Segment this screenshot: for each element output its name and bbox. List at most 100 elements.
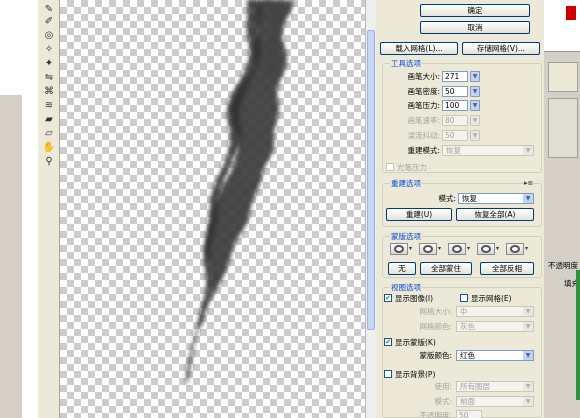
mesh-color-select[interactable]: 灰色 ▼ (456, 321, 534, 332)
reconstruct-mode-value: 恢复 (446, 146, 461, 155)
chevron-down-icon[interactable]: ▾ (438, 245, 441, 252)
mask-color-select[interactable]: 红色 ▼ (456, 350, 534, 361)
liquify-options-panel: 确定 取消 载入网格(L)... 存储网格(V)... 工具选项 画笔大小: 2… (376, 0, 544, 418)
reconstruct-options-title: 重建选项 (390, 179, 422, 188)
brush-pressure-input[interactable]: 100 (442, 100, 468, 111)
backdrop-use-value: 所有图层 (460, 382, 490, 391)
reconstruct-button[interactable]: 重建(U) (386, 208, 452, 221)
chevron-down-icon[interactable]: ▾ (467, 245, 470, 252)
show-mask-label: 显示蒙版(K) (395, 338, 436, 347)
mirror-icon[interactable]: ⌘ (42, 86, 56, 98)
turbulent-jitter-label: 湍流抖动: (407, 131, 440, 140)
invert-selection-icon[interactable] (506, 243, 524, 255)
add-to-selection-icon[interactable] (419, 243, 437, 255)
show-backdrop-label: 显示背景(P) (395, 370, 436, 379)
save-mesh-button[interactable]: 存储网格(V)... (462, 42, 540, 55)
mask-options-title: 蒙版选项 (390, 232, 422, 241)
mask-none-button[interactable]: 无 (388, 262, 416, 275)
brush-rate-dropdown[interactable]: ▼ (470, 115, 480, 126)
chevron-down-icon: ▼ (523, 397, 533, 406)
chevron-down-icon: ▼ (523, 351, 533, 360)
mesh-size-label: 网格大小: (419, 307, 452, 316)
brush-density-input[interactable]: 50 (442, 86, 468, 97)
chevron-down-icon: ▼ (523, 194, 533, 203)
reconstruct-mode-select[interactable]: 恢复 ▼ (442, 145, 534, 156)
reconstruct-mode-label-2: 模式: (438, 194, 456, 203)
chevron-down-icon: ▼ (523, 382, 533, 391)
ok-button[interactable]: 确定 (420, 4, 530, 17)
chevron-down-icon[interactable]: ▾ (525, 245, 528, 252)
mask-all-button[interactable]: 全部蒙住 (420, 262, 472, 275)
show-image-label: 显示图像(I) (395, 294, 434, 303)
hand-icon[interactable]: ✋ (42, 142, 56, 154)
freeze-mask-icon[interactable]: ▰ (42, 114, 56, 126)
chevron-down-icon: ▼ (523, 307, 533, 316)
brush-rate-label: 画笔速率: (407, 116, 440, 125)
background-window-strip: 不透明度 填充 (544, 0, 580, 418)
show-mesh-checkbox[interactable] (460, 294, 468, 302)
show-mask-checkbox[interactable]: ✔ (384, 338, 392, 346)
background-area-lower (0, 95, 22, 418)
show-backdrop-checkbox[interactable] (384, 370, 392, 378)
reconstruct-mode-label: 重建模式: (407, 146, 440, 155)
backdrop-opacity-label: 不透明度: (419, 411, 452, 418)
backdrop-opacity-input[interactable]: 50 (456, 410, 482, 418)
thaw-mask-icon[interactable]: ▱ (42, 128, 56, 140)
brush-density-label: 画笔密度: (407, 87, 440, 96)
mesh-size-select[interactable]: 中 ▼ (456, 306, 534, 317)
reconstruct-options-mode-value: 恢复 (462, 194, 477, 203)
brush-size-input[interactable]: 271 (442, 71, 468, 82)
reconstruct-icon[interactable]: ✐ (42, 16, 56, 28)
reconstruct-options-mode-select[interactable]: 恢复 ▼ (458, 193, 534, 204)
zoom-icon[interactable]: ⚲ (42, 156, 56, 168)
chevron-down-icon[interactable]: ▾ (409, 245, 412, 252)
brush-pressure-label: 画笔压力: (407, 101, 440, 110)
background-panel-box-2 (548, 98, 578, 158)
brush-density-dropdown[interactable]: ▼ (470, 86, 480, 97)
backdrop-mode-select[interactable]: 前面 ▼ (456, 396, 534, 407)
pucker-icon[interactable]: ✧ (42, 44, 56, 56)
turbulent-jitter-dropdown[interactable]: ▼ (470, 130, 480, 141)
green-bar (576, 270, 580, 400)
stylus-pressure-checkbox[interactable] (386, 163, 394, 171)
twirl-icon[interactable]: ◎ (42, 30, 56, 42)
bloat-icon[interactable]: ✦ (42, 58, 56, 70)
chevron-down-icon: ▼ (523, 146, 533, 155)
scrollbar-thumb[interactable] (367, 30, 375, 330)
brush-rate-input[interactable]: 80 (442, 115, 468, 126)
backdrop-use-select[interactable]: 所有图层 ▼ (456, 381, 534, 392)
smoke-brush-shape (186, 0, 293, 384)
mesh-color-value: 灰色 (460, 322, 475, 331)
turbulent-jitter-input[interactable]: 50 (442, 130, 468, 141)
push-left-icon[interactable]: ⇋ (42, 72, 56, 84)
subtract-from-selection-icon[interactable] (448, 243, 466, 255)
view-options-title: 视图选项 (390, 283, 422, 292)
mask-color-value: 红色 (460, 351, 475, 360)
backdrop-mode-value: 前面 (460, 397, 475, 406)
load-mesh-button[interactable]: 载入网格(L)... (380, 42, 458, 55)
turbulence-icon[interactable]: ≋ (42, 100, 56, 112)
brush-size-dropdown[interactable]: ▼ (470, 71, 480, 82)
replace-selection-icon[interactable] (390, 243, 408, 255)
show-image-checkbox[interactable]: ✔ (384, 294, 392, 302)
cancel-button[interactable]: 取消 (420, 21, 530, 34)
background-window-top (544, 0, 580, 52)
background-panel-box (548, 62, 578, 92)
warp-icon[interactable]: ✎ (42, 4, 56, 16)
restore-all-button[interactable]: 恢复全部(A) (456, 208, 534, 221)
brush-size-label: 画笔大小: (407, 72, 440, 81)
chevron-down-icon[interactable]: ▾ (496, 245, 499, 252)
chevron-down-icon: ▼ (523, 322, 533, 331)
tool-options-title: 工具选项 (390, 59, 422, 68)
preview-canvas[interactable] (60, 0, 365, 418)
mesh-color-label: 网格颜色: (419, 322, 452, 331)
intersect-selection-icon[interactable] (477, 243, 495, 255)
layers-opacity-label: 不透明度 (548, 261, 578, 270)
invert-all-button[interactable]: 全部反相 (480, 262, 534, 275)
backdrop-use-label: 使用: (434, 382, 452, 391)
panel-menu-icon[interactable]: ▸≡ (524, 179, 533, 187)
mask-color-label: 蒙版颜色: (419, 351, 452, 360)
liquify-toolbar: ✎ ✐ ◎ ✧ ✦ ⇋ ⌘ ≋ ▰ ▱ ✋ ⚲ (38, 0, 60, 418)
vertical-scrollbar[interactable] (365, 0, 376, 418)
brush-pressure-dropdown[interactable]: ▼ (470, 100, 480, 111)
